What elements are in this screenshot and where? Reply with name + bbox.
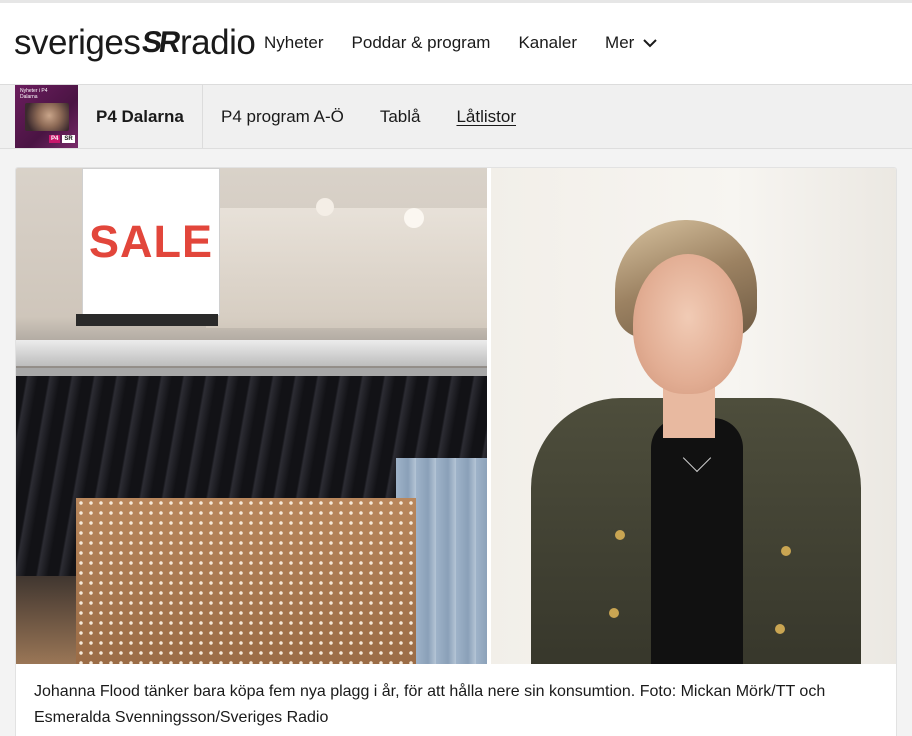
article-image-card: SALE Johanna Flood tänker bara köpa fem …: [15, 167, 897, 736]
p4-badge: P4: [49, 135, 61, 143]
sveriges-radio-logo[interactable]: sveriges SR radio: [14, 23, 256, 63]
subnav-tabla[interactable]: Tablå: [380, 107, 421, 127]
channel-divider: [202, 85, 203, 148]
site-header: sveriges SR radio Nyheter Poddar & progr…: [0, 0, 912, 85]
nav-kanaler-label: Kanaler: [518, 33, 578, 52]
coat-button: [775, 624, 785, 634]
nav-mer-button[interactable]: Mer: [605, 33, 658, 53]
sale-sign: SALE: [82, 168, 220, 316]
nav-nyheter[interactable]: Nyheter: [264, 33, 324, 53]
thumbnail-photo: [25, 103, 69, 131]
sale-sign-stand: [76, 314, 218, 326]
image-caption: Johanna Flood tänker bara köpa fem nya p…: [34, 683, 826, 726]
portrait-photo: [491, 168, 896, 664]
nav-nyheter-label: Nyheter: [264, 33, 324, 52]
sr-badge: SR: [62, 135, 75, 143]
thumbnail-line2: Dalarna: [20, 94, 38, 100]
channel-name-link[interactable]: P4 Dalarna: [96, 107, 184, 127]
subnav-program-a-o[interactable]: P4 program A-Ö: [221, 107, 344, 127]
main-nav: Nyheter Poddar & program Kanaler Mer: [264, 33, 686, 53]
chevron-down-icon: [643, 39, 658, 48]
portrait-face: [633, 254, 743, 394]
coat-button: [781, 546, 791, 556]
coat-button: [615, 530, 625, 540]
thumbnail-badges: P4 SR: [49, 135, 75, 143]
logo-text-right: radio: [180, 23, 256, 62]
photo-shelf: [206, 208, 487, 328]
photo-light: [316, 198, 334, 216]
coat-button: [609, 608, 619, 618]
sr-logo-mark: SR: [140, 26, 181, 59]
channel-thumbnail[interactable]: Nyheter i P4 Dalarna P4 SR: [15, 85, 78, 148]
thumbnail-text: Nyheter i P4 Dalarna: [20, 88, 48, 100]
channel-subnav: P4 program A-Ö Tablå Låtlistor: [221, 107, 552, 127]
subnav-latlistor[interactable]: Låtlistor: [456, 107, 516, 127]
nav-mer-label: Mer: [605, 33, 635, 52]
store-rack-photo: SALE: [16, 168, 487, 664]
nav-poddar-program[interactable]: Poddar & program: [352, 33, 491, 53]
logo-text-left: sveriges: [14, 23, 141, 62]
photo-light: [404, 208, 424, 228]
clothing-rail: [16, 340, 487, 366]
patterned-garments: [76, 498, 416, 664]
nav-kanaler[interactable]: Kanaler: [518, 33, 577, 53]
sale-sign-text: SALE: [88, 216, 213, 267]
nav-poddar-program-label: Poddar & program: [351, 33, 491, 52]
channel-bar: Nyheter i P4 Dalarna P4 SR P4 Dalarna P4…: [0, 85, 912, 149]
clothing-rail-shadow: [16, 368, 487, 376]
